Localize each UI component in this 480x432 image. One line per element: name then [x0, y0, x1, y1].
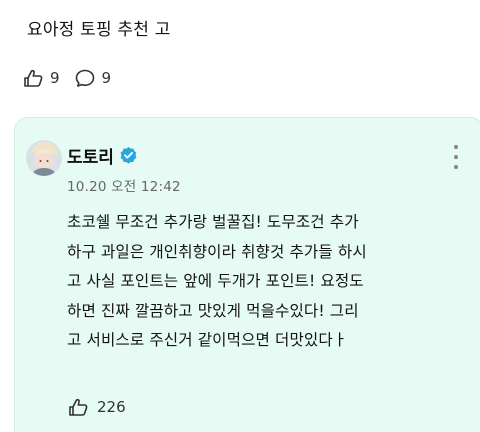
comment-line: 하면 진짜 깔끔하고 맛있게 먹을수있다! 그리 [67, 301, 359, 320]
comment-body: 초코쉘 무조건 추가랑 벌꿀집! 도무조건 추가 하구 과일은 개인취향이라 취… [67, 208, 467, 356]
post-like-button[interactable]: 9 [22, 68, 60, 88]
comment-line: 하구 과일은 개인취향이라 취향것 추가들 하시 [67, 242, 367, 261]
comment-actions: 226 [67, 397, 126, 417]
more-vertical-icon[interactable] [452, 143, 460, 171]
comment-line: 초코쉘 무조건 추가랑 벌꿀집! 도무조건 추가 [67, 213, 359, 231]
like-hand-icon [24, 69, 43, 87]
post-reply-button[interactable]: 9 [74, 68, 112, 88]
post-actions: 9 9 [22, 68, 125, 88]
avatar[interactable] [26, 140, 62, 176]
comment-like-button[interactable]: 226 [67, 397, 126, 417]
post-like-count: 9 [50, 69, 60, 87]
verified-badge-icon [119, 146, 138, 165]
comment-card: 도토리 10.20 오전 12:42 초코쉘 무조건 추가랑 벌꿀집! 도무조건… [14, 117, 480, 432]
post-text: 요아정 토핑 추천 고 [27, 20, 171, 40]
author-name[interactable]: 도토리 [67, 143, 114, 168]
comment-line: 고 사실 포인트는 앞에 두개가 포인트! 요정도 [67, 272, 364, 290]
comment-timestamp: 10.20 오전 12:42 [67, 179, 181, 195]
speech-bubble-icon [75, 69, 94, 87]
comment-like-count: 226 [97, 398, 126, 416]
post-reply-count: 9 [101, 69, 112, 87]
comment-line: 고 서비스로 주신거 같이먹으면 더맛있다ㅏ [67, 331, 348, 349]
like-hand-icon [69, 398, 88, 416]
author-row: 도토리 [67, 143, 138, 168]
page: 요아정 토핑 추천 고 9 9 도토리 10.20 오전 12:42 초코쉘 무… [0, 0, 480, 432]
